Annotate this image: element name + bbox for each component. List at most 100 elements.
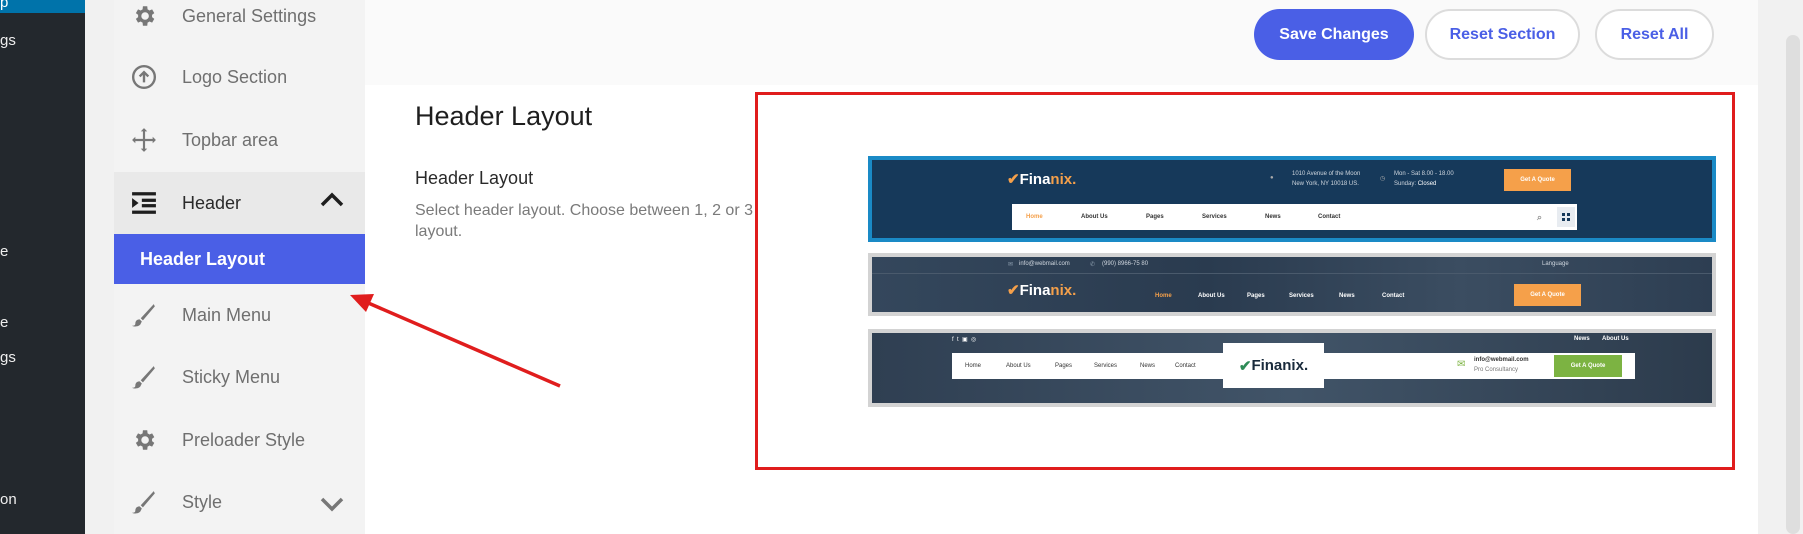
nav-subitem-header-layout[interactable]: Header Layout	[114, 234, 365, 284]
preview-nav-item: Services	[1202, 214, 1227, 220]
address-line-1: 1010 Avenue of the Moon	[1292, 171, 1361, 177]
gear-icon	[131, 427, 157, 453]
hours-line-1: Mon - Sat 8.00 - 18.00	[1394, 171, 1454, 177]
preview-navbar: Home About Us Pages Services News Contac…	[1012, 204, 1577, 230]
preview-image: ✔Finanix. ● 1010 Avenue of the Moon New …	[872, 160, 1712, 238]
field-description: Select header layout. Choose between 1, …	[415, 202, 753, 240]
chevron-down-icon[interactable]	[319, 495, 345, 513]
wp-admin-item[interactable]: gs	[0, 349, 16, 366]
nav-item-label: Style	[182, 491, 223, 512]
reset-section-button[interactable]: Reset Section	[1425, 9, 1580, 60]
section-title: Header Layout	[415, 101, 593, 131]
preview-nav-item: News	[1265, 214, 1281, 220]
scrollbar-track[interactable]	[1758, 0, 1803, 534]
nav-item-general-settings[interactable]: General Settings	[114, 0, 365, 47]
mail-icon: ✉	[1008, 262, 1014, 268]
nav-item-preloader-style[interactable]: Preloader Style	[114, 409, 365, 471]
preview-phone: (990) 8966-75 80	[1102, 261, 1149, 267]
preview-image: ✉ info@webmail.com ✆ (990) 8966-75 80 La…	[872, 257, 1712, 312]
wp-admin-item[interactable]: e	[0, 243, 8, 260]
preview-nav-item: Pages	[1055, 363, 1073, 369]
preview-nav-item: Contact	[1175, 363, 1196, 369]
annotation-arrow	[350, 294, 561, 388]
grid-icon	[1557, 207, 1575, 227]
nav-subitem-label: Header Layout	[140, 249, 266, 269]
preview-nav-item: Services	[1094, 363, 1118, 369]
brush-icon	[131, 302, 157, 328]
options-sidebar: General Settings Logo Section Topbar are…	[114, 0, 365, 534]
preview-nav-item: Contact	[1382, 293, 1405, 299]
header-layout-option-1[interactable]: ✔Finanix. ● 1010 Avenue of the Moon New …	[868, 156, 1716, 242]
hours-line-2: Sunday: Closed	[1394, 181, 1437, 187]
preview-nav-item: Home	[1155, 293, 1172, 299]
nav-item-label: Preloader Style	[182, 429, 306, 450]
preview-nav-item: Pages	[1146, 214, 1164, 220]
wp-admin-sidebar: p gs e e gs on	[0, 0, 85, 534]
preview-nav-item: News	[1140, 363, 1156, 369]
wp-admin-selected-text: p	[0, 0, 9, 11]
preview-top-link: About Us	[1602, 336, 1629, 342]
nav-item-label: General Settings	[182, 5, 317, 26]
indent-list-icon	[131, 190, 157, 216]
brush-icon	[131, 364, 157, 390]
preview-tagline: Pro Consultancy	[1474, 367, 1519, 373]
social-icons: f t ▣ ◎	[952, 337, 977, 343]
preview-logo: ✔Finanix.	[1007, 282, 1077, 299]
logo-check-icon: ✔	[1238, 357, 1252, 375]
wp-admin-item[interactable]: on	[0, 491, 17, 508]
preview-logo: ✔Finanix.	[1223, 343, 1324, 388]
address-line-2: New York, NY 10018 US.	[1292, 181, 1359, 187]
nav-item-sticky-menu[interactable]: Sticky Menu	[114, 346, 365, 408]
nav-item-logo-section[interactable]: Logo Section	[114, 46, 365, 108]
wp-admin-item[interactable]: e	[0, 314, 8, 331]
header-layout-option-2[interactable]: ✉ info@webmail.com ✆ (990) 8966-75 80 La…	[868, 253, 1716, 316]
preview-email: info@webmail.com	[1019, 261, 1070, 267]
preview-top-link: News	[1574, 336, 1590, 342]
gear-icon	[131, 3, 157, 29]
preview-nav-item: News	[1339, 293, 1355, 299]
phone-icon: ✆	[1090, 262, 1096, 268]
field-title: Header Layout	[415, 168, 534, 188]
preview-language: Language	[1542, 261, 1569, 267]
mail-icon: ✉	[1457, 359, 1466, 370]
wp-admin-item[interactable]: gs	[0, 32, 16, 49]
get-a-quote-button: Get A Quote	[1504, 169, 1571, 191]
preview-email: info@webmail.com	[1474, 357, 1529, 363]
get-a-quote-button: Get A Quote	[1554, 355, 1622, 377]
map-pin-icon: ●	[1270, 175, 1274, 181]
reset-all-button[interactable]: Reset All	[1595, 9, 1714, 60]
logo-check-icon: ✔	[1007, 171, 1020, 188]
nav-item-label: Header	[182, 192, 242, 213]
nav-item-style[interactable]: Style	[114, 471, 365, 533]
preview-nav-item: Pages	[1247, 293, 1265, 299]
arrow-up-circle-icon	[131, 64, 157, 90]
screen: p gs e e gs on General Settings Logo Sec…	[0, 0, 1803, 534]
preview-nav-item: About Us	[1006, 363, 1031, 369]
scrollbar-thumb[interactable]	[1786, 35, 1800, 534]
preview-topbar	[872, 257, 1712, 274]
nav-item-label: Logo Section	[182, 66, 288, 87]
nav-item-header[interactable]: Header	[114, 172, 365, 234]
clock-icon: ◷	[1380, 176, 1386, 182]
chevron-up-icon[interactable]	[319, 190, 345, 208]
logo-check-icon: ✔	[1007, 282, 1020, 299]
preview-nav-item: About Us	[1198, 293, 1225, 299]
preview-nav-item: About Us	[1081, 214, 1108, 220]
nav-item-label: Main Menu	[182, 304, 272, 325]
save-changes-button[interactable]: Save Changes	[1254, 9, 1414, 60]
preview-image: f t ▣ ◎ News About Us Home About Us Page…	[872, 333, 1712, 403]
preview-nav-item: Home	[1026, 214, 1043, 220]
preview-nav-item: Services	[1289, 293, 1314, 299]
nav-item-topbar-area[interactable]: Topbar area	[114, 109, 365, 171]
move-arrows-icon	[131, 127, 157, 153]
header-layout-option-3[interactable]: f t ▣ ◎ News About Us Home About Us Page…	[868, 329, 1716, 407]
brush-icon	[131, 489, 157, 515]
nav-item-label: Sticky Menu	[182, 366, 281, 387]
nav-item-label: Topbar area	[182, 129, 279, 150]
get-a-quote-button: Get A Quote	[1514, 284, 1581, 306]
nav-item-main-menu[interactable]: Main Menu	[114, 284, 365, 346]
preview-logo: ✔Finanix.	[1007, 171, 1077, 188]
wp-admin-selected-item[interactable]: p	[0, 0, 85, 13]
search-icon: ⌕	[1537, 212, 1543, 222]
preview-nav-item: Contact	[1318, 214, 1341, 220]
